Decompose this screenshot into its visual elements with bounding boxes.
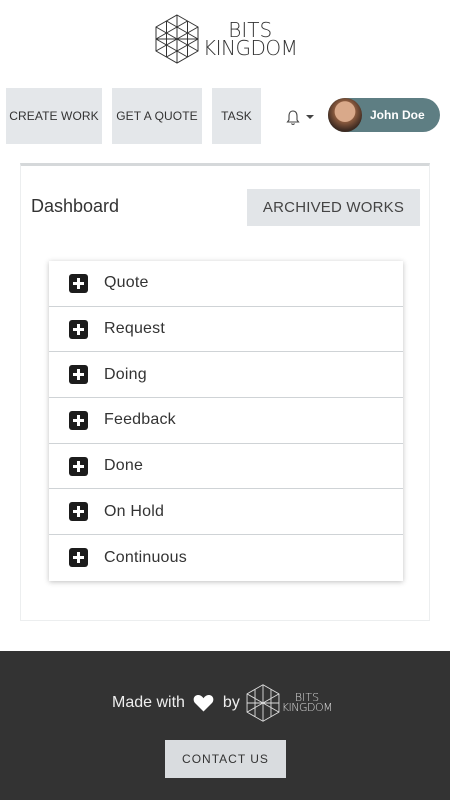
- list-item-feedback[interactable]: Feedback: [49, 398, 403, 444]
- list-item-label: Request: [104, 320, 165, 338]
- logo-mark-icon: [246, 684, 280, 722]
- logo-mark-icon: [155, 14, 199, 64]
- dashboard-card: Dashboard ARCHIVED WORKS Quote Request D…: [20, 163, 430, 621]
- list-item-quote[interactable]: Quote: [49, 261, 403, 307]
- footer: Made with by BITS KINGDOM CONTACT US: [0, 651, 450, 800]
- top-nav: CREATE WORK GET A QUOTE TASK John Doe: [6, 88, 450, 144]
- brand-line2: KINGDOM: [281, 701, 333, 714]
- list-item-label: Feedback: [104, 411, 176, 429]
- contact-us-button[interactable]: CONTACT US: [165, 740, 286, 778]
- brand-logo[interactable]: BITS KINGDOM: [155, 14, 298, 64]
- list-item-done[interactable]: Done: [49, 444, 403, 490]
- list-item-label: Quote: [104, 274, 149, 292]
- plus-square-icon[interactable]: [69, 548, 88, 568]
- list-item-label: Doing: [104, 365, 147, 383]
- made-with-credit: Made with by BITS KINGDOM: [112, 684, 333, 722]
- task-button[interactable]: TASK: [212, 88, 261, 144]
- plus-square-icon[interactable]: [69, 410, 88, 430]
- list-item-label: Continuous: [104, 548, 187, 566]
- user-menu[interactable]: John Doe: [328, 98, 440, 132]
- list-item-continuous[interactable]: Continuous: [49, 535, 403, 581]
- bell-icon[interactable]: [286, 110, 300, 126]
- brand-line2: KINGDOM: [203, 36, 298, 60]
- by-text: by: [222, 694, 240, 711]
- get-quote-button[interactable]: GET A QUOTE: [112, 88, 202, 144]
- archived-works-button[interactable]: ARCHIVED WORKS: [247, 189, 420, 226]
- avatar: [328, 98, 362, 132]
- brand-wordmark: BITS KINGDOM: [203, 20, 298, 60]
- notifications-dropdown-caret-icon[interactable]: [306, 115, 314, 119]
- list-item-label: On Hold: [104, 502, 165, 520]
- page-title: Dashboard: [31, 196, 120, 216]
- footer-brand-logo[interactable]: BITS KINGDOM: [246, 684, 333, 722]
- plus-square-icon[interactable]: [69, 319, 88, 339]
- create-work-button[interactable]: CREATE WORK: [6, 88, 102, 144]
- list-item-on-hold[interactable]: On Hold: [49, 489, 403, 536]
- list-item-request[interactable]: Request: [49, 307, 403, 353]
- list-item-doing[interactable]: Doing: [49, 352, 403, 399]
- plus-square-icon[interactable]: [69, 456, 88, 476]
- made-with-text: Made with: [112, 694, 185, 711]
- plus-square-icon[interactable]: [69, 365, 88, 385]
- user-name: John Doe: [370, 108, 425, 122]
- heart-icon: [193, 694, 214, 712]
- status-list: Quote Request Doing Feedback Done On Hol…: [49, 261, 403, 581]
- footer-brand-wordmark: BITS KINGDOM: [281, 692, 333, 714]
- plus-square-icon[interactable]: [69, 273, 88, 293]
- list-item-label: Done: [104, 457, 144, 475]
- plus-square-icon[interactable]: [69, 502, 88, 522]
